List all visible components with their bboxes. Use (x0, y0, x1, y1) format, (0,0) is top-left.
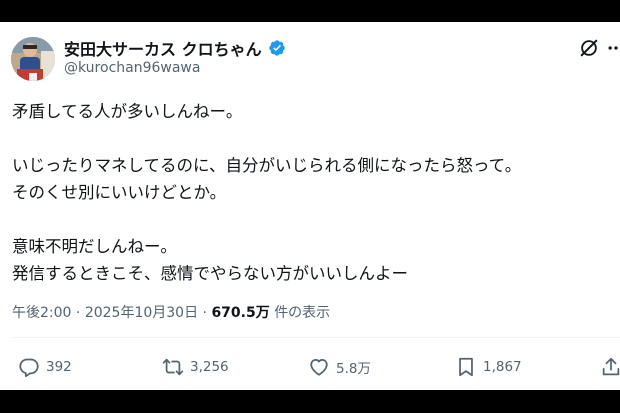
tweet-line: そのくせ別にいいけどとか。 (12, 183, 227, 202)
tweet-meta: 午後2:00 · 2025年10月30日 · 670.5万 件の表示 (12, 302, 330, 322)
meta-separator: · (75, 305, 81, 321)
tweet-line: 発信するときこそ、感情でやらない方がいいしんよー (12, 264, 408, 283)
avatar-photo (11, 37, 55, 81)
tweet-date[interactable]: 2025年10月30日 (85, 305, 198, 321)
tweet-line-blank (12, 206, 612, 233)
divider (12, 337, 620, 338)
retweet-icon (162, 358, 184, 376)
bookmark-icon (459, 357, 473, 377)
share-icon (602, 357, 620, 376)
like-button[interactable]: 5.8万 (308, 356, 371, 378)
bookmark-button[interactable]: 1,867 (455, 356, 522, 378)
retweet-count: 3,256 (190, 359, 229, 375)
tweet-line-blank (12, 125, 612, 152)
author-handle[interactable]: @kurochan96wawa (64, 60, 200, 76)
display-name[interactable]: 安田大サーカス クロちゃん (64, 36, 262, 60)
retweet-button[interactable]: 3,256 (162, 356, 229, 378)
meta-separator: · (202, 305, 207, 321)
tweet-line: 意味不明だしんねー。 (12, 237, 177, 256)
tweet-text: 矛盾してる人が多いしんねー。 いじったりマネしてるのに、自分がいじられる側になっ… (12, 98, 612, 287)
avatar[interactable] (11, 37, 55, 81)
author-name-row[interactable]: 安田大サーカス クロちゃん (64, 36, 286, 60)
tweet-time[interactable]: 午後2:00 (12, 305, 71, 321)
reply-count: 392 (46, 359, 72, 375)
view-count-label[interactable]: 件の表示 (274, 305, 330, 321)
reply-button[interactable]: 392 (18, 356, 72, 378)
like-count: 5.8万 (336, 361, 371, 377)
verified-badge-icon (268, 40, 285, 56)
tweet-card: 安田大サーカス クロちゃん @kurochan96wawa 矛盾してる人が多いし… (0, 22, 620, 390)
more-options-icon[interactable] (606, 38, 620, 58)
share-button[interactable] (600, 356, 620, 378)
bookmark-count: 1,867 (483, 359, 522, 375)
heart-icon (310, 358, 328, 376)
grok-icon[interactable] (578, 37, 600, 59)
view-count[interactable]: 670.5万 (211, 305, 269, 321)
reply-icon (19, 358, 39, 378)
tweet-line: 矛盾してる人が多いしんねー。 (12, 102, 243, 121)
tweet-line: いじったりマネしてるのに、自分がいじられる側になったら怒って。 (12, 156, 522, 175)
